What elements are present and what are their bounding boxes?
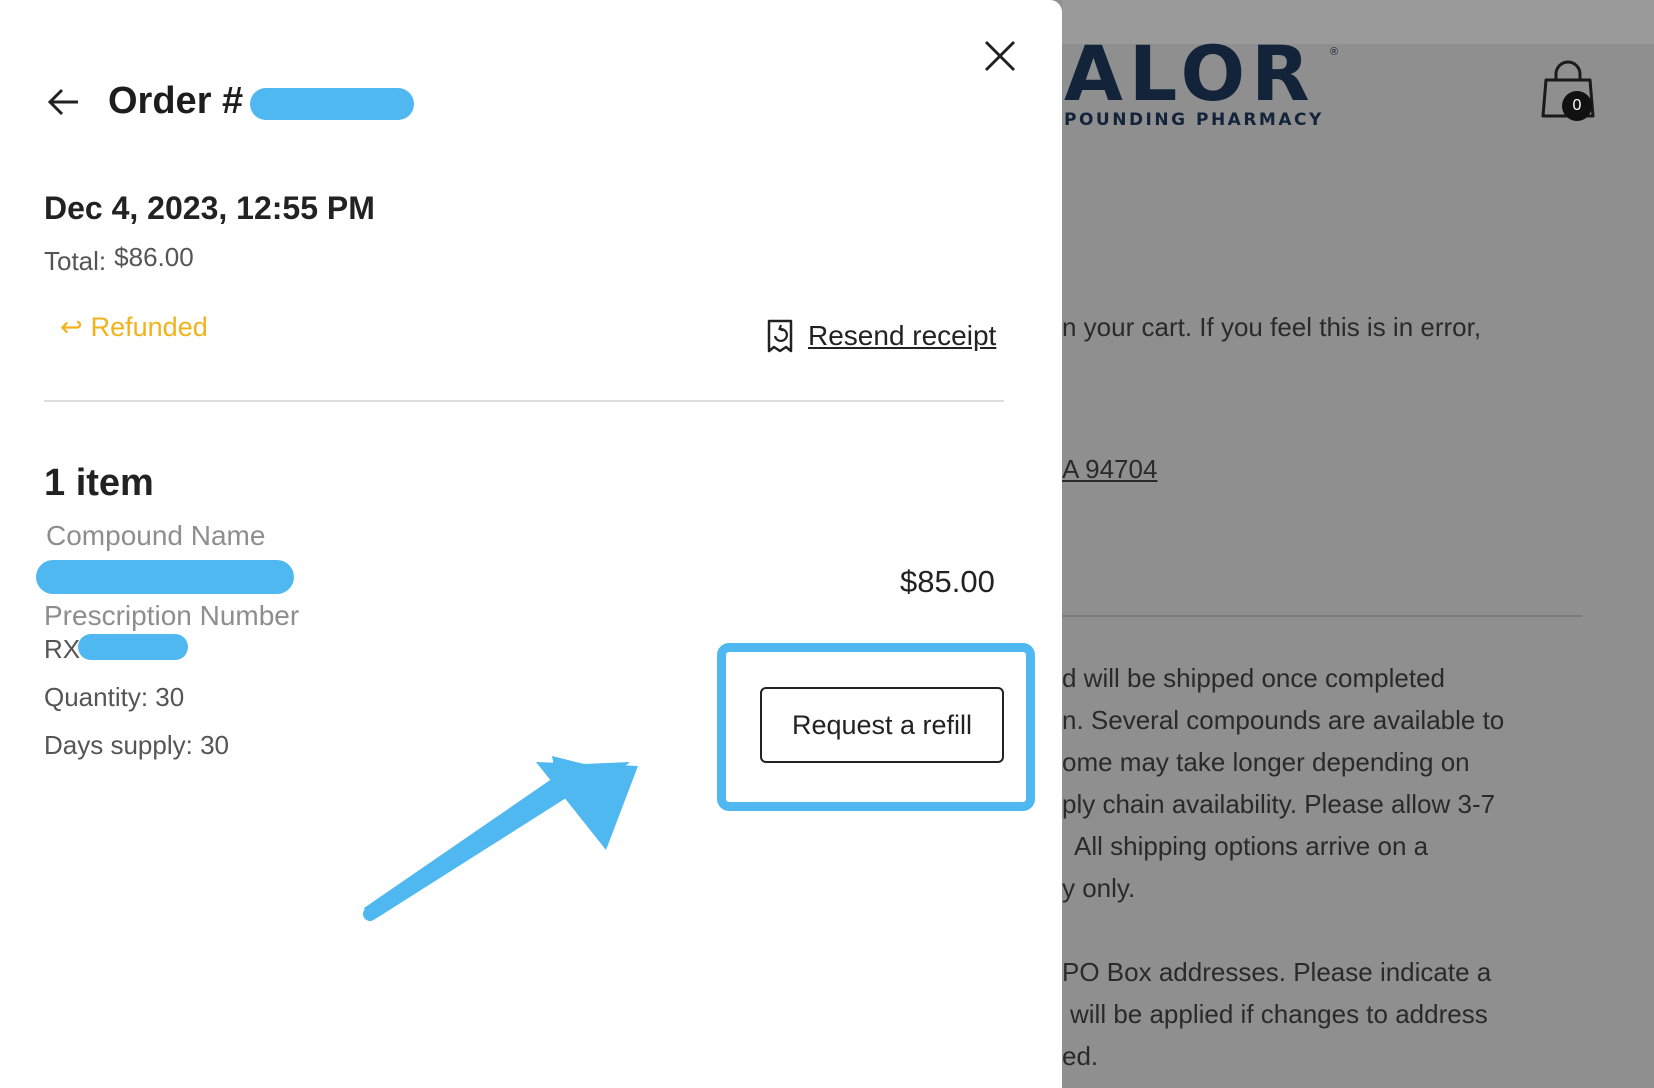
background-text-line: n. Several compounds are available to	[1062, 705, 1505, 735]
background-divider	[1062, 615, 1582, 617]
redacted-order-number	[250, 88, 414, 120]
redacted-prescription-number	[78, 634, 188, 660]
return-arrow-icon: ↩	[60, 312, 83, 342]
resend-receipt-link[interactable]: Resend receipt	[766, 318, 996, 354]
cart-count-badge: 0	[1562, 91, 1592, 121]
items-count-heading: 1 item	[44, 462, 154, 504]
status-badge: ↩ Refunded	[60, 312, 208, 343]
annotation-arrow-icon	[363, 756, 638, 921]
background-text-line: n your cart. If you feel this is in erro…	[1062, 312, 1482, 342]
background-address-link[interactable]: A 94704	[1062, 454, 1157, 484]
background-text-line: All shipping options arrive on a	[1074, 831, 1429, 861]
receipt-icon	[767, 319, 793, 353]
prescription-number-label: Prescription Number	[44, 600, 300, 631]
order-total: Total: $86.00	[44, 242, 194, 277]
line-item-price: $85.00	[900, 564, 995, 599]
brand-logo: ALOR	[1064, 29, 1316, 118]
background-text-line: y only.	[1062, 873, 1136, 903]
prescription-prefix: RX	[44, 634, 81, 664]
total-label: Total:	[44, 246, 107, 276]
days-supply-text: Days supply: 30	[44, 730, 229, 760]
request-refill-button[interactable]: Request a refill	[760, 687, 1004, 763]
section-divider	[44, 400, 1004, 402]
background-text-line: ome may take longer depending on	[1062, 747, 1470, 777]
order-title: Order #	[108, 80, 244, 122]
compound-name-label: Compound Name	[46, 520, 266, 551]
background-text-line: PO Box addresses. Please indicate a	[1062, 957, 1492, 987]
brand-registered-mark: ®	[1330, 46, 1339, 58]
order-detail-drawer: Order # Dec 4, 2023, 12:55 PM Total: $86.…	[0, 0, 1062, 1088]
order-date: Dec 4, 2023, 12:55 PM	[44, 190, 375, 226]
quantity-text: Quantity: 30	[44, 682, 185, 712]
background-text-line: ply chain availability. Please allow 3-7	[1062, 789, 1496, 819]
resend-receipt-label: Resend receipt	[808, 320, 997, 351]
brand-tagline: POUNDING PHARMACY	[1064, 110, 1324, 130]
redacted-compound-name	[36, 560, 294, 594]
background-text-line: will be applied if changes to address	[1070, 999, 1488, 1029]
total-value: $86.00	[114, 242, 194, 272]
arrow-left-icon[interactable]	[44, 84, 86, 120]
background-text-line: ed.	[1062, 1041, 1099, 1071]
background-text-line: d will be shipped once completed	[1062, 663, 1446, 693]
close-icon[interactable]	[980, 36, 1020, 76]
status-label: Refunded	[90, 312, 208, 342]
